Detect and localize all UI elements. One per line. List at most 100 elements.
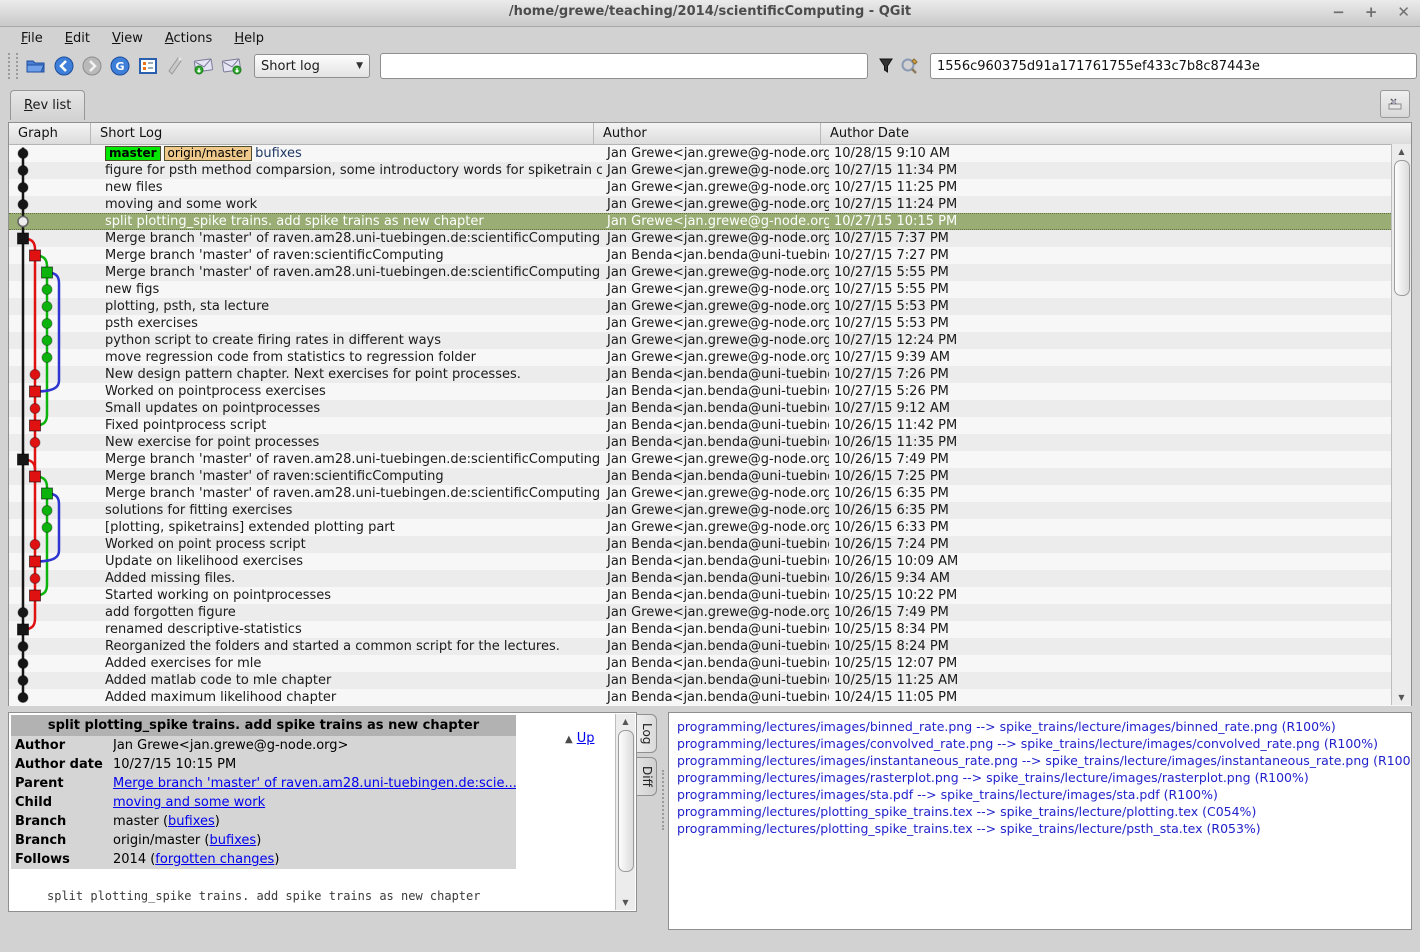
minimize-button[interactable]: − <box>1332 3 1345 21</box>
date-cell: 10/27/15 5:53 PM <box>829 315 1411 332</box>
commit-row[interactable]: renamed descriptive-statisticsJan Benda<… <box>9 621 1411 638</box>
detail-link[interactable]: bufixes <box>168 814 215 829</box>
commit-row[interactable]: psth exercisesJan Grewe<jan.grewe@g-node… <box>9 315 1411 332</box>
log-view-select[interactable]: Short log ▼ <box>254 54 370 78</box>
file-rename-line[interactable]: programming/lectures/images/sta.pdf --> … <box>677 786 1411 803</box>
highlight-search-button[interactable] <box>898 54 922 78</box>
date-cell: 10/26/15 6:35 PM <box>829 485 1411 502</box>
date-cell: 10/26/15 6:33 PM <box>829 519 1411 536</box>
up-link[interactable]: Up <box>577 731 595 746</box>
commit-row[interactable]: Started working on pointprocessesJan Ben… <box>9 587 1411 604</box>
filter-button[interactable] <box>874 54 898 78</box>
file-rename-line[interactable]: programming/lectures/images/instantaneou… <box>677 752 1411 769</box>
menu-help[interactable]: Help <box>225 29 273 48</box>
short-log-cell: Worked on pointprocess exercises <box>99 383 602 400</box>
scroll-up-icon[interactable]: ▲ <box>1392 144 1411 159</box>
detail-link[interactable]: forgotten changes <box>155 852 274 867</box>
commit-row[interactable]: Worked on pointprocess exercisesJan Bend… <box>9 383 1411 400</box>
commit-row[interactable]: Merge branch 'master' of raven.am28.uni-… <box>9 485 1411 502</box>
commit-row[interactable]: python script to create firing rates in … <box>9 332 1411 349</box>
commit-row[interactable]: Merge branch 'master' of raven.am28.uni-… <box>9 264 1411 281</box>
funnel-icon <box>879 58 893 74</box>
rev-list-scrollbar[interactable]: ▲ ▼ <box>1391 144 1411 705</box>
commit-row[interactable]: Added maximum likelihood chapterJan Bend… <box>9 689 1411 706</box>
file-rename-line[interactable]: programming/lectures/images/rasterplot.p… <box>677 769 1411 786</box>
scrollbar-thumb[interactable] <box>618 730 634 872</box>
graph-cell <box>9 315 99 332</box>
commit-row[interactable]: new figsJan Grewe<jan.grewe@g-node.org>1… <box>9 281 1411 298</box>
scroll-down-icon[interactable]: ▼ <box>616 895 635 910</box>
close-button[interactable]: ✕ <box>1397 3 1410 21</box>
commit-row[interactable]: new filesJan Grewe<jan.grewe@g-node.org>… <box>9 179 1411 196</box>
commit-row[interactable]: Merge branch 'master' of raven.am28.uni-… <box>9 230 1411 247</box>
scroll-up-icon[interactable]: ▲ <box>616 714 635 729</box>
commit-row[interactable]: Update on likelihood exercisesJan Benda<… <box>9 553 1411 570</box>
back-button[interactable] <box>51 53 77 79</box>
commit-row[interactable]: figure for psth method comparsion, some … <box>9 162 1411 179</box>
scroll-down-icon[interactable]: ▼ <box>1392 690 1411 705</box>
menu-view[interactable]: View <box>103 29 152 48</box>
close-tab-button[interactable] <box>1380 90 1410 118</box>
commit-row[interactable]: New design pattern chapter. Next exercis… <box>9 366 1411 383</box>
commit-subject: Merge branch 'master' of raven.am28.uni-… <box>105 486 600 501</box>
details-scrollbar[interactable]: ▲ ▼ <box>615 714 635 910</box>
tab-rev-list-label: Rev list <box>24 98 71 113</box>
detail-label: Follows <box>11 850 113 869</box>
file-rename-line[interactable]: programming/lectures/plotting_spike_trai… <box>677 820 1411 837</box>
commit-row[interactable]: Reorganized the folders and started a co… <box>9 638 1411 655</box>
commit-row[interactable]: Added missing files.Jan Benda<jan.benda@… <box>9 570 1411 587</box>
open-repo-button[interactable] <box>23 53 49 79</box>
commit-row[interactable]: [plotting, spiketrains] extended plottin… <box>9 519 1411 536</box>
toolbar-handle[interactable] <box>8 53 18 79</box>
tab-rev-list[interactable]: Rev list <box>10 90 85 120</box>
menu-actions[interactable]: Actions <box>156 29 222 48</box>
forward-button[interactable] <box>79 53 105 79</box>
col-header-author[interactable]: Author <box>594 123 821 144</box>
maximize-button[interactable]: + <box>1365 3 1378 21</box>
author-cell: Jan Benda<jan.benda@uni-tuebing... <box>602 570 829 587</box>
commit-row[interactable]: Fixed pointprocess scriptJan Benda<jan.b… <box>9 417 1411 434</box>
view-button[interactable] <box>135 53 161 79</box>
scrollbar-thumb[interactable] <box>1394 160 1410 296</box>
commit-row[interactable]: Added matlab code to mle chapterJan Bend… <box>9 672 1411 689</box>
commit-row[interactable]: solutions for fitting exercisesJan Grewe… <box>9 502 1411 519</box>
commit-row[interactable]: moving and some workJan Grewe<jan.grewe@… <box>9 196 1411 213</box>
menu-edit[interactable]: Edit <box>56 29 99 48</box>
tab-log[interactable]: Log <box>637 714 657 753</box>
commit-row[interactable]: split plotting_spike trains. add spike t… <box>9 213 1411 230</box>
panel-splitter[interactable] <box>662 770 664 830</box>
filter-input[interactable] <box>380 53 868 79</box>
graph-cell <box>9 332 99 349</box>
detail-link[interactable]: Merge branch 'master' of raven.am28.uni-… <box>113 776 516 791</box>
commit-row[interactable]: Added exercises for mleJan Benda<jan.ben… <box>9 655 1411 672</box>
sha-input[interactable] <box>930 53 1417 79</box>
detail-link[interactable]: moving and some work <box>113 795 265 810</box>
commit-row[interactable]: move regression code from statistics to … <box>9 349 1411 366</box>
file-rename-line[interactable]: programming/lectures/images/binned_rate.… <box>677 718 1411 735</box>
detail-link[interactable]: bufixes <box>209 833 256 848</box>
file-rename-line[interactable]: programming/lectures/images/convolved_ra… <box>677 735 1411 752</box>
apply-patch-button[interactable] <box>191 53 217 79</box>
wand-button[interactable] <box>163 53 189 79</box>
format-patch-button[interactable] <box>219 53 245 79</box>
menu-file[interactable]: File <box>12 29 52 48</box>
col-header-author-date[interactable]: Author Date <box>821 123 1411 144</box>
file-rename-line[interactable]: programming/lectures/plotting_spike_trai… <box>677 803 1411 820</box>
commit-row[interactable]: Small updates on pointprocessesJan Benda… <box>9 400 1411 417</box>
commit-row[interactable]: Worked on point process scriptJan Benda<… <box>9 536 1411 553</box>
short-log-cell: new files <box>99 179 602 196</box>
commit-row[interactable]: Merge branch 'master' of raven:scientifi… <box>9 247 1411 264</box>
commit-row[interactable]: masterorigin/masterbufixesJan Grewe<jan.… <box>9 145 1411 162</box>
col-header-graph[interactable]: Graph <box>9 123 91 144</box>
col-header-short-log[interactable]: Short Log <box>91 123 594 144</box>
commit-row[interactable]: add forgotten figureJan Grewe<jan.grewe@… <box>9 604 1411 621</box>
home-button[interactable]: G <box>107 53 133 79</box>
commit-row[interactable]: plotting, psth, sta lectureJan Grewe<jan… <box>9 298 1411 315</box>
commit-row[interactable]: Merge branch 'master' of raven:scientifi… <box>9 468 1411 485</box>
author-cell: Jan Benda<jan.benda@uni-tuebing... <box>602 621 829 638</box>
commit-row[interactable]: New exercise for point processesJan Bend… <box>9 434 1411 451</box>
commit-row[interactable]: Merge branch 'master' of raven.am28.uni-… <box>9 451 1411 468</box>
author-cell: Jan Benda<jan.benda@uni-tuebing... <box>602 247 829 264</box>
tab-diff[interactable]: Diff <box>637 757 657 796</box>
short-log-cell: renamed descriptive-statistics <box>99 621 602 638</box>
